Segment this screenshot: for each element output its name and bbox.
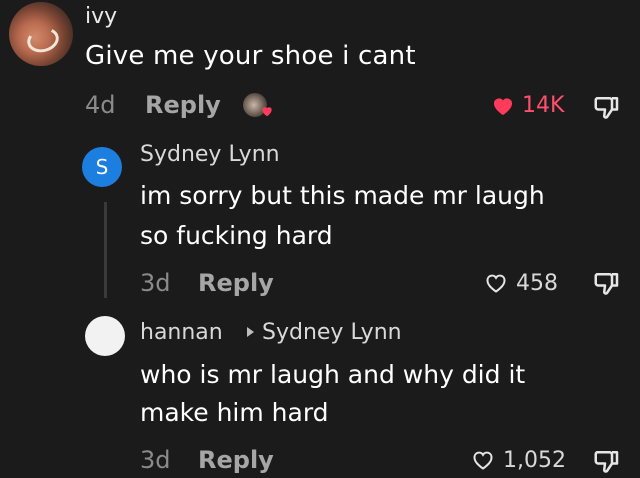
comment-age: 3d — [140, 269, 171, 297]
thread-line — [104, 202, 107, 298]
like-count: 14K — [522, 93, 565, 118]
avatar[interactable] — [9, 2, 73, 66]
heart-icon[interactable] — [470, 448, 496, 472]
reply-to-username[interactable]: Sydney Lynn — [262, 320, 402, 345]
reply-button[interactable]: Reply — [198, 269, 274, 297]
reply-text-line: make him hard — [140, 398, 329, 427]
avatar-letter: S — [95, 155, 109, 179]
avatar[interactable]: S — [82, 147, 122, 187]
reply-text-line: who is mr laugh and why did it — [140, 360, 526, 389]
comment-age: 3d — [140, 446, 171, 474]
comment-text: Give me your shoe i cant — [85, 41, 416, 71]
comment-username[interactable]: ivy — [85, 4, 117, 29]
reply-button[interactable]: Reply — [198, 446, 274, 474]
like-count: 458 — [516, 271, 558, 296]
reply-text-line: so fucking hard — [140, 221, 333, 250]
heart-icon[interactable] — [483, 271, 509, 295]
reply-text-line: im sorry but this made mr laugh — [140, 181, 545, 210]
comment-age: 4d — [85, 91, 116, 119]
avatar[interactable] — [85, 316, 125, 356]
triangle-right-icon — [247, 327, 254, 337]
thumbs-down-icon[interactable] — [592, 92, 622, 122]
creator-heart-icon — [262, 107, 272, 117]
thumbs-down-icon[interactable] — [592, 446, 622, 476]
thumbs-down-icon[interactable] — [592, 268, 622, 298]
reply-username[interactable]: hannan — [140, 320, 223, 345]
like-count: 1,052 — [503, 448, 566, 473]
reply-button[interactable]: Reply — [145, 91, 221, 119]
heart-icon[interactable] — [490, 94, 516, 118]
reply-username[interactable]: Sydney Lynn — [140, 142, 280, 167]
